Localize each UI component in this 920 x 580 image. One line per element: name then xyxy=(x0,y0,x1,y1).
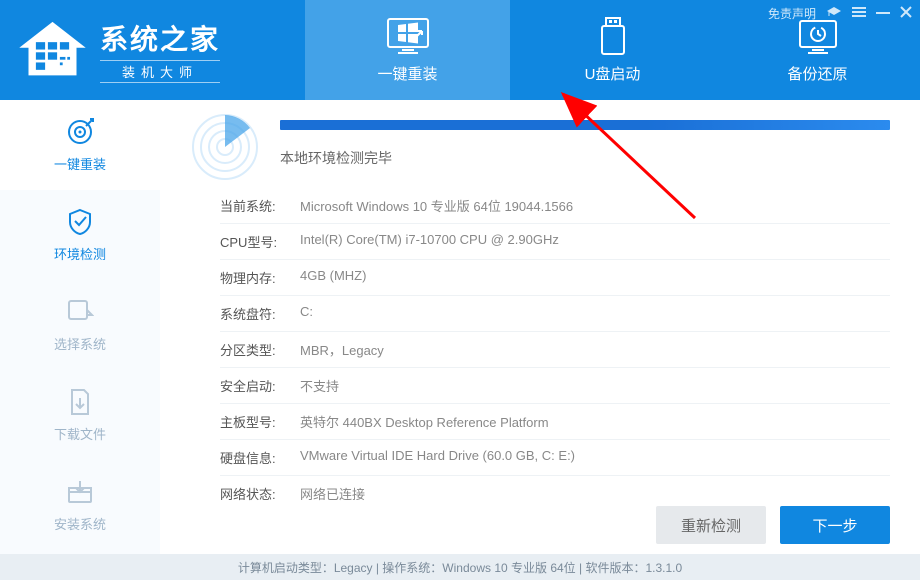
app-subtitle: 装机大师 xyxy=(100,60,220,83)
backup-restore-icon xyxy=(794,17,842,55)
info-row: 分区类型:MBR，Legacy xyxy=(220,332,890,368)
sidebar-item-install[interactable]: 安装系统 xyxy=(0,460,160,550)
sidebar-item-label: 环境检测 xyxy=(54,244,106,263)
info-value: 4GB (MHZ) xyxy=(300,268,890,287)
sidebar-item-reinstall[interactable]: 一键重装 xyxy=(0,100,160,190)
info-row: 系统盘符:C: xyxy=(220,296,890,332)
system-info-table: 当前系统:Microsoft Windows 10 专业版 64位 19044.… xyxy=(190,188,890,511)
info-label: 系统盘符: xyxy=(220,304,300,323)
info-value: Microsoft Windows 10 专业版 64位 19044.1566 xyxy=(300,196,890,215)
sidebar-item-env-check[interactable]: 环境检测 xyxy=(0,190,160,280)
info-label: 分区类型: xyxy=(220,340,300,359)
info-value: C: xyxy=(300,304,890,323)
sidebar-item-label: 一键重装 xyxy=(54,154,106,173)
info-label: 物理内存: xyxy=(220,268,300,287)
info-label: CPU型号: xyxy=(220,232,300,251)
info-value: Intel(R) Core(TM) i7-10700 CPU @ 2.90GHz xyxy=(300,232,890,251)
minimize-button[interactable] xyxy=(876,6,890,21)
info-row: CPU型号:Intel(R) Core(TM) i7-10700 CPU @ 2… xyxy=(220,224,890,260)
close-button[interactable] xyxy=(900,6,912,21)
titlebar-controls: 免责声明 xyxy=(768,5,912,22)
app-title: 系统之家 xyxy=(100,18,220,58)
rescan-button[interactable]: 重新检测 xyxy=(656,506,766,544)
sidebar: 一键重装 环境检测 选择系统 下载文件 安装系统 xyxy=(0,100,160,554)
info-value: VMware Virtual IDE Hard Drive (60.0 GB, … xyxy=(300,448,890,467)
info-label: 硬盘信息: xyxy=(220,448,300,467)
nav-tab-label: U盘启动 xyxy=(585,63,641,84)
install-box-icon xyxy=(66,478,94,506)
info-value: 不支持 xyxy=(300,376,890,395)
logo-area: 系统之家 装机大师 xyxy=(0,0,305,100)
main-content: 本地环境检测完毕 当前系统:Microsoft Windows 10 专业版 6… xyxy=(160,100,920,554)
nav-tab-usb-boot[interactable]: U盘启动 xyxy=(510,0,715,100)
status-bar: 计算机启动类型：Legacy | 操作系统：Windows 10 专业版 64位… xyxy=(0,554,920,580)
info-row: 硬盘信息:VMware Virtual IDE Hard Drive (60.0… xyxy=(220,440,890,476)
info-row: 物理内存:4GB (MHZ) xyxy=(220,260,890,296)
info-value: MBR，Legacy xyxy=(300,340,890,359)
select-system-icon xyxy=(66,298,94,326)
info-row: 主板型号:英特尔 440BX Desktop Reference Platfor… xyxy=(220,404,890,440)
usb-drive-icon xyxy=(589,17,637,55)
disclaimer-link[interactable]: 免责声明 xyxy=(768,5,816,22)
download-file-icon xyxy=(66,388,94,416)
target-arrow-icon xyxy=(66,118,94,146)
info-row: 安全启动:不支持 xyxy=(220,368,890,404)
info-row: 当前系统:Microsoft Windows 10 专业版 64位 19044.… xyxy=(220,188,890,224)
header: 系统之家 装机大师 一键重装 U盘启动 备份还原 免责声明 xyxy=(0,0,920,100)
info-value: 网络已连接 xyxy=(300,484,890,503)
sidebar-item-download[interactable]: 下载文件 xyxy=(0,370,160,460)
info-value: 英特尔 440BX Desktop Reference Platform xyxy=(300,412,890,431)
nav-tab-reinstall[interactable]: 一键重装 xyxy=(305,0,510,100)
windows-reinstall-icon xyxy=(384,17,432,55)
info-label: 主板型号: xyxy=(220,412,300,431)
nav-tab-label: 一键重装 xyxy=(377,63,437,84)
sidebar-item-label: 下载文件 xyxy=(54,424,106,443)
menu-icon[interactable] xyxy=(852,6,866,21)
house-logo-icon xyxy=(15,20,90,80)
sidebar-item-label: 安装系统 xyxy=(54,514,106,533)
sidebar-item-select-system[interactable]: 选择系统 xyxy=(0,280,160,370)
graduation-cap-icon[interactable] xyxy=(826,6,842,21)
shield-check-icon xyxy=(66,208,94,236)
nav-tab-label: 备份还原 xyxy=(787,63,847,84)
sidebar-item-label: 选择系统 xyxy=(54,334,106,353)
scan-status-text: 本地环境检测完毕 xyxy=(280,148,890,168)
radar-scan-icon xyxy=(190,112,260,182)
next-button[interactable]: 下一步 xyxy=(780,506,890,544)
info-label: 网络状态: xyxy=(220,484,300,503)
info-label: 安全启动: xyxy=(220,376,300,395)
progress-bar xyxy=(280,120,890,130)
info-label: 当前系统: xyxy=(220,196,300,215)
